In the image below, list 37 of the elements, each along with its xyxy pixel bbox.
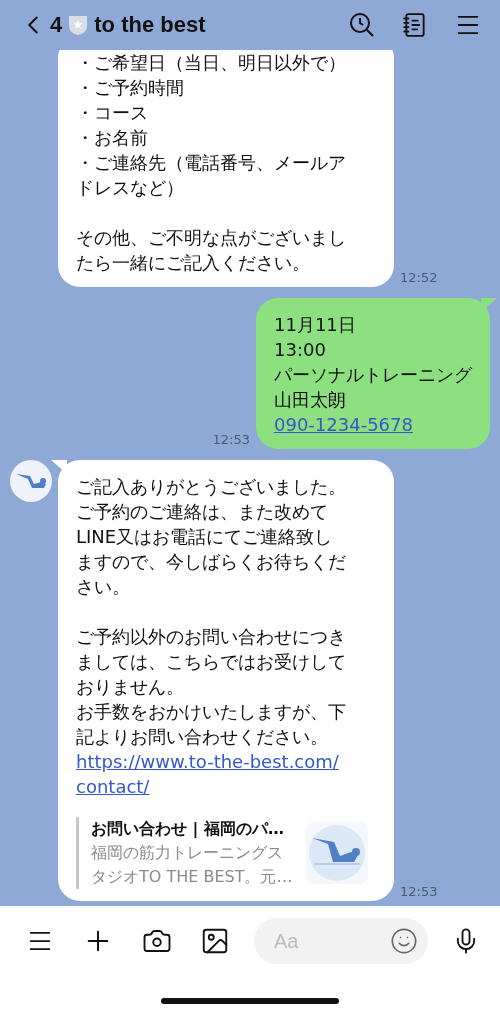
- preview-title[interactable]: お問い合わせ | 福岡のパ…: [91, 817, 293, 841]
- message-text: ご記入ありがとうございました。: [76, 475, 346, 499]
- emoji-icon[interactable]: [390, 927, 418, 955]
- message-text: ・ご連絡先（電話番号、メールア: [76, 151, 346, 175]
- message-link[interactable]: 090-1234-5678: [274, 412, 413, 437]
- message-text: ・お名前: [76, 126, 148, 150]
- message-text: たら一緒にご記入ください。: [76, 251, 310, 275]
- message-text: 11月11日: [274, 313, 356, 337]
- message-text: ドレスなど）: [76, 176, 184, 200]
- message-text: ご予約のご連絡は、また改めて: [76, 500, 328, 524]
- chat-title: to the best: [94, 12, 206, 38]
- message-time: 12:53: [212, 432, 250, 449]
- message-text: LINE又はお電話にてご連絡致し: [76, 525, 333, 549]
- message-text: 13:00: [274, 338, 326, 362]
- message-time: 12:52: [400, 270, 438, 287]
- message-text: お手数をおかけいたしますが、下: [76, 700, 346, 724]
- message-text: ましては、こちらではお受けして: [76, 650, 346, 674]
- shield-icon: [68, 14, 89, 36]
- preview-description: タジオTO THE BEST。元…: [91, 866, 293, 888]
- link-thumbnail[interactable]: [306, 822, 369, 884]
- message-text: その他、ご不明な点がございまし: [76, 226, 346, 250]
- message-link[interactable]: https://www.to-the-best.com/: [76, 749, 339, 774]
- back-button[interactable]: 4: [18, 10, 63, 40]
- message-text: ・ご予約時間: [76, 76, 184, 100]
- preview-description: 福岡の筋力トレーニングス: [91, 842, 284, 864]
- message-text: 記よりお問い合わせください。: [76, 725, 328, 749]
- message-text: 山田太朗: [274, 388, 346, 412]
- avatar-image[interactable]: [10, 460, 52, 502]
- message-text: ・コース: [76, 101, 148, 125]
- message-text: ますので、今しばらくお待ちくだ: [76, 550, 346, 574]
- message-text: ・ご希望日（当日、明日以外で）: [76, 51, 346, 75]
- message-time: 12:53: [400, 884, 438, 901]
- message-text: おりません。: [76, 675, 184, 699]
- message-text: さい。: [76, 575, 130, 599]
- message-text: パーソナルトレーニング: [274, 363, 472, 387]
- message-text: ご予約以外のお問い合わせにつき: [76, 625, 346, 649]
- message-link[interactable]: contact/: [76, 774, 150, 799]
